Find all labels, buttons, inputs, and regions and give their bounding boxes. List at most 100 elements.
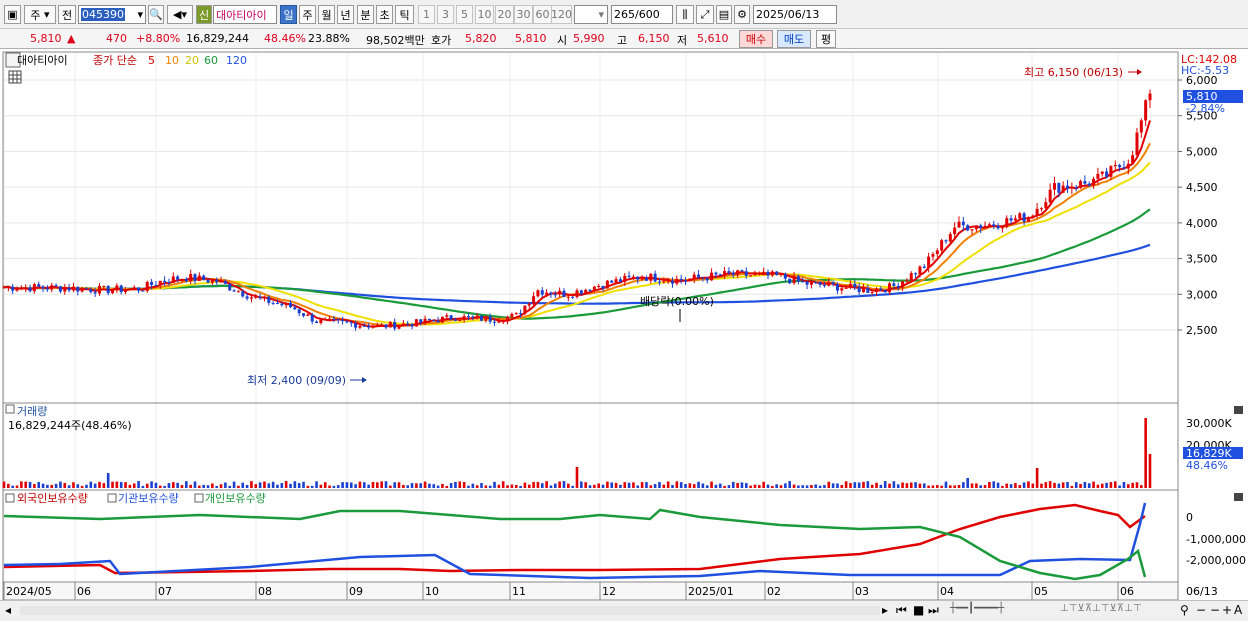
volume-bar — [731, 481, 735, 488]
candle-body — [54, 285, 58, 287]
volume-bar — [992, 481, 996, 488]
candle-body — [1100, 171, 1104, 174]
period-year[interactable]: 년 — [337, 5, 354, 24]
volume-bar — [844, 481, 848, 488]
minute-10[interactable]: 10 — [475, 5, 494, 24]
candle-body — [280, 303, 284, 306]
volume-title: 거래량 — [17, 405, 47, 418]
prefix-button[interactable]: 전 — [58, 5, 76, 24]
candle-body — [302, 313, 306, 316]
code-input[interactable]: 045390 ▾ — [78, 5, 146, 24]
candle-body — [927, 256, 931, 268]
forward-icon[interactable]: ⏭ — [928, 603, 939, 618]
candle-body — [271, 302, 275, 304]
volume-bar — [697, 481, 700, 488]
speaker-icon[interactable]: ◀▾ — [167, 5, 193, 24]
volume-bar — [606, 481, 609, 488]
minute-30[interactable]: 30 — [514, 5, 533, 24]
candle-body — [601, 285, 605, 289]
volume-bar — [1070, 485, 1074, 488]
minute-20[interactable]: 20 — [495, 5, 514, 24]
volume-close-icon[interactable] — [1234, 406, 1243, 414]
volume-bar — [54, 483, 58, 488]
font-size-icon[interactable]: A — [1234, 603, 1242, 617]
layout-icon[interactable]: ▣ — [4, 5, 21, 24]
volume-bar — [441, 483, 444, 488]
volume-bar — [962, 482, 965, 488]
search-icon[interactable]: ⚲ — [1180, 603, 1189, 617]
period-day[interactable]: 일 — [280, 5, 297, 24]
tool-icons[interactable]: ⊥⊤⊻⊼⊥⊤⊻⊼⊥⊤ — [1060, 603, 1142, 614]
count-field[interactable]: 265/600 — [611, 5, 673, 24]
high-value: 6,150 — [638, 32, 670, 45]
sell-button[interactable]: 매도 — [777, 30, 811, 48]
scroll-right-icon[interactable]: ▸ — [882, 603, 888, 617]
period-week[interactable]: 주 — [299, 5, 316, 24]
zoom-slider[interactable]: ┼━━┃━━━━┼ — [950, 603, 1004, 614]
market-select[interactable]: 주 ▾ — [24, 5, 56, 24]
volume-tick: 30,000K — [1186, 417, 1232, 430]
volume-bar — [276, 484, 279, 488]
minute-60[interactable]: 60 — [533, 5, 552, 24]
rewind-icon[interactable]: ⏮ — [896, 603, 907, 618]
minute-1[interactable]: 1 — [418, 5, 435, 24]
candle-body — [666, 280, 670, 282]
volume-bar — [1126, 484, 1130, 488]
holdings-menu-icon[interactable] — [5, 493, 15, 503]
minute-5[interactable]: 5 — [456, 5, 473, 24]
holdings-close-icon[interactable] — [1234, 493, 1243, 501]
volume-bar — [85, 484, 88, 488]
volume-bar — [922, 483, 926, 488]
period-tick[interactable]: 틱 — [395, 5, 414, 24]
price-tick: 5,000 — [1186, 145, 1218, 158]
volume-bar — [892, 481, 896, 488]
custom-period-select[interactable]: ▾ — [574, 5, 608, 24]
gear-icon[interactable]: ⚙ — [734, 5, 750, 24]
volume-bar — [497, 484, 501, 488]
candle-body — [1074, 187, 1078, 189]
minute-120[interactable]: 120 — [551, 5, 572, 24]
volume-bar — [475, 485, 479, 488]
candle-body — [176, 276, 180, 280]
volume-bar — [536, 481, 540, 488]
minus-icon[interactable]: − — [1210, 603, 1220, 617]
candle-body — [219, 281, 223, 283]
scroll-left-icon[interactable]: ◂ — [5, 603, 11, 617]
volume-bar — [866, 481, 870, 488]
draw-tool-icon[interactable]: ⤢ — [696, 5, 714, 24]
volume-bar — [1092, 481, 1095, 488]
chart-area[interactable]: 대아티아이 종가 단순 5 10 20 60 120 6,0005,5005,0… — [0, 49, 1248, 600]
candle-body — [445, 315, 449, 317]
candle-body — [328, 318, 332, 320]
scroll-track[interactable] — [20, 606, 880, 615]
stop-icon[interactable]: ■ — [913, 603, 924, 617]
candle-body — [653, 273, 657, 282]
candle-body — [154, 284, 158, 286]
save-icon[interactable]: ▤ — [716, 5, 732, 24]
volume-bar — [784, 483, 787, 488]
volume-menu-icon[interactable] — [5, 404, 15, 414]
candle-body — [571, 296, 575, 298]
volume-bar — [836, 483, 839, 488]
candle-body — [918, 266, 922, 275]
volume-bar — [684, 483, 687, 488]
candle-icon[interactable]: ⫼ — [676, 5, 694, 24]
date-field[interactable]: 2025/06/13 — [753, 5, 837, 24]
volume-bar — [1014, 483, 1017, 488]
volume-bar — [975, 483, 978, 488]
buy-label: 매수 — [745, 33, 767, 46]
period-second[interactable]: 초 — [376, 5, 393, 24]
minus-icon[interactable]: − — [1196, 603, 1206, 617]
avg-button[interactable]: 평 — [816, 30, 836, 48]
minute-3[interactable]: 3 — [437, 5, 454, 24]
period-month[interactable]: 월 — [318, 5, 335, 24]
buy-button[interactable]: 매수 — [739, 30, 773, 48]
plus-icon[interactable]: + — [1222, 603, 1232, 617]
period-minute[interactable]: 분 — [357, 5, 374, 24]
search-icon[interactable]: 🔍 — [148, 5, 164, 24]
table-icon[interactable] — [8, 70, 22, 84]
volume-bar — [614, 482, 618, 488]
candle-body — [753, 273, 757, 276]
candle-body — [614, 279, 618, 283]
candle-body — [1000, 227, 1004, 229]
